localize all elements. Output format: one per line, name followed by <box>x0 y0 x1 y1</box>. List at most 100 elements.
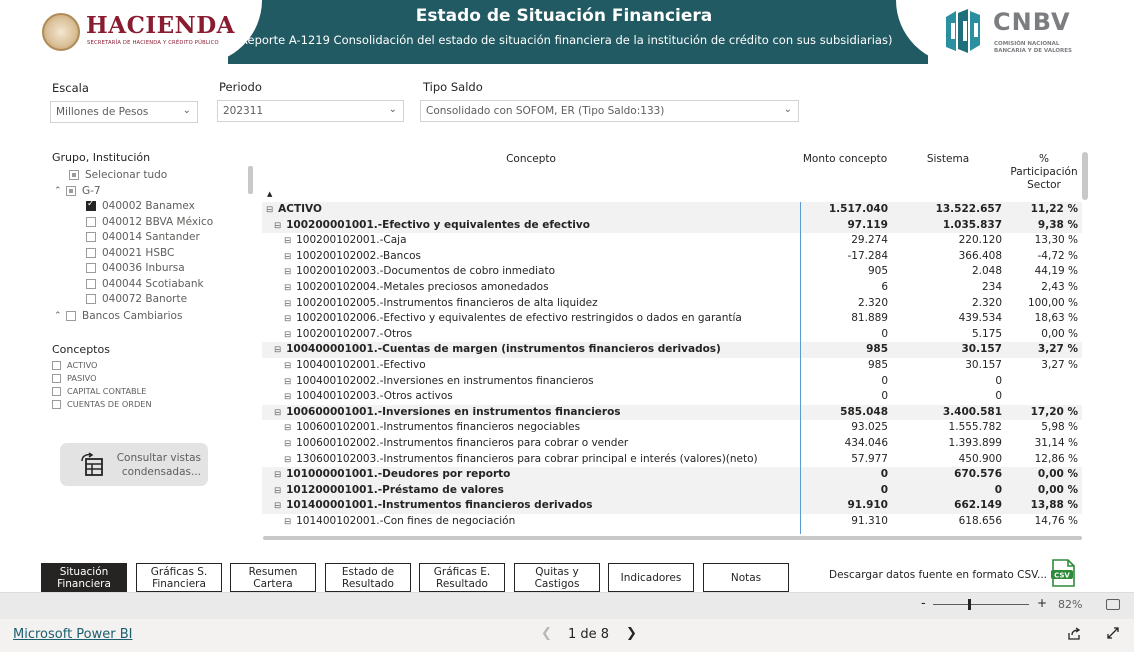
collapse-icon[interactable]: ⌃ <box>54 186 66 196</box>
table-row[interactable]: ⊟ 100600102002.-Instrumentos financieros … <box>262 436 1082 452</box>
slicer-scrollbar[interactable] <box>248 166 253 194</box>
slicer-item-checkbox[interactable] <box>86 263 96 273</box>
table-row[interactable]: ⊟ 130600102003.-Instrumentos financieros … <box>262 452 1082 468</box>
nav-button[interactable]: Notas <box>703 563 789 592</box>
concepto-filter-checkbox[interactable] <box>52 386 61 396</box>
collapse-row-icon[interactable]: ⊟ <box>284 330 291 340</box>
collapse-row-icon[interactable]: ⊟ <box>284 283 291 293</box>
table-row[interactable]: ⊟ 100200001001.-Efectivo y equivalentes d… <box>262 217 1082 234</box>
nav-button[interactable]: Estado de Resultado <box>325 563 411 592</box>
nav-button[interactable]: Gráficas S. Financiera <box>136 563 222 592</box>
table-row[interactable]: ⊟ 100400102003.-Otros activos 0 0 <box>262 389 1082 405</box>
nav-button[interactable]: Gráficas E. Resultado <box>419 563 505 592</box>
group-item-g7[interactable]: ⌃ G-7 <box>54 185 101 197</box>
table-vertical-scrollbar[interactable] <box>1082 152 1088 200</box>
table-horizontal-scrollbar[interactable] <box>263 536 1082 540</box>
table-row[interactable]: ⊟ 100400102002.-Inversiones en instrument… <box>262 374 1082 390</box>
collapse-row-icon[interactable]: ⊟ <box>274 470 281 480</box>
slicer-item[interactable]: 040044 Scotiabank <box>86 278 204 290</box>
header-pct-participacion[interactable]: % Participación Sector <box>1006 153 1082 192</box>
consultar-vistas-button[interactable]: Consultar vistas condensadas... <box>60 443 208 486</box>
header-sistema[interactable]: Sistema <box>915 153 981 165</box>
slicer-item-checkbox[interactable] <box>86 232 96 242</box>
powerbi-link[interactable]: Microsoft Power BI <box>13 627 132 642</box>
csv-file-icon[interactable]: CSV <box>1050 559 1076 587</box>
table-row[interactable]: ⊟ 100400102001.-Efectivo 985 30.157 3,27 % <box>262 358 1082 374</box>
sort-ascending-icon[interactable]: ▲ <box>267 190 272 198</box>
collapse-row-icon[interactable]: ⊟ <box>284 455 291 465</box>
tipo-saldo-dropdown[interactable]: Consolidado con SOFOM, ER (Tipo Saldo:13… <box>420 100 799 122</box>
expand-icon[interactable]: ⌃ <box>54 311 66 321</box>
slicer-item[interactable]: 040012 BBVA México <box>86 216 213 228</box>
table-row[interactable]: ⊟ 100400001001.-Cuentas de margen (instru… <box>262 342 1082 358</box>
slicer-item-checkbox[interactable] <box>86 247 96 258</box>
group-bancos-cambiarios-checkbox[interactable] <box>66 311 76 321</box>
concepto-filter-checkbox[interactable] <box>52 399 61 409</box>
slicer-item[interactable]: 040021 HSBC <box>86 247 174 259</box>
table-row[interactable]: ⊟ 100200102005.-Instrumentos financieros … <box>262 296 1082 312</box>
nav-button[interactable]: Situación Financiera <box>41 563 127 592</box>
select-all-item[interactable]: Selecionar tudo <box>69 169 167 181</box>
concepto-filter-item[interactable]: CUENTAS DE ORDEN <box>52 399 152 409</box>
collapse-row-icon[interactable]: ⊟ <box>274 486 281 496</box>
slicer-item[interactable]: 040002 Banamex <box>86 199 195 212</box>
slicer-item[interactable]: 040036 Inbursa <box>86 262 185 274</box>
concepto-filter-item[interactable]: CAPITAL CONTABLE <box>52 386 146 396</box>
slicer-item-checkbox[interactable] <box>86 199 96 211</box>
concepto-filter-checkbox[interactable] <box>52 360 61 370</box>
table-row[interactable]: ⊟ 100600102001.-Instrumentos financieros … <box>262 420 1082 436</box>
slicer-item-checkbox[interactable] <box>86 278 96 289</box>
collapse-row-icon[interactable]: ⊟ <box>266 205 273 215</box>
table-row[interactable]: ⊟ ACTIVO 1.517.040 13.522.657 11,22 % <box>262 202 1082 218</box>
nav-button[interactable]: Quitas y Castigos <box>514 563 600 592</box>
table-row[interactable]: ⊟ 100200102001.-Caja 29.274 220.120 13,30 % <box>262 233 1082 249</box>
collapse-row-icon[interactable]: ⊟ <box>284 236 291 246</box>
zoom-in-button[interactable]: + <box>1037 596 1047 610</box>
collapse-row-icon[interactable]: ⊟ <box>284 267 291 277</box>
share-icon[interactable] <box>1067 627 1081 641</box>
escala-dropdown[interactable]: Millones de Pesos ⌄ <box>50 101 198 123</box>
table-row[interactable]: ⊟ 101200001001.-Préstamo de valores 0 0 0,00… <box>262 482 1082 499</box>
group-g7-checkbox[interactable] <box>66 186 76 196</box>
nav-button[interactable]: Resumen Cartera <box>230 563 316 592</box>
table-row[interactable]: ⊟ 101400102001.-Con fines de negociación 9… <box>262 514 1082 530</box>
slicer-item[interactable]: 040014 Santander <box>86 231 200 243</box>
collapse-row-icon[interactable]: ⊟ <box>274 501 281 511</box>
zoom-slider-thumb[interactable] <box>968 599 971 610</box>
fit-to-page-icon[interactable] <box>1106 599 1120 610</box>
zoom-out-button[interactable]: - <box>921 596 926 611</box>
previous-page-icon[interactable]: ❮ <box>541 626 552 641</box>
collapse-row-icon[interactable]: ⊟ <box>284 299 291 309</box>
select-all-checkbox[interactable] <box>69 170 79 180</box>
slicer-item-checkbox[interactable] <box>86 294 96 304</box>
table-row[interactable]: ⊟ 101000001001.-Deudores por reporto 0 670.… <box>262 467 1082 483</box>
concepto-filter-item[interactable]: ACTIVO <box>52 360 98 370</box>
collapse-row-icon[interactable]: ⊟ <box>284 314 291 324</box>
slicer-item[interactable]: 040072 Banorte <box>86 293 187 305</box>
table-row[interactable]: ⊟ 100200102007.-Otros 0 5.175 0,00 % <box>262 327 1082 343</box>
table-row[interactable]: ⊟ 101400001001.-Instrumentos financieros … <box>262 498 1082 514</box>
table-row[interactable]: ⊟ 100200102004.-Metales preciosos amoneda… <box>262 280 1082 296</box>
collapse-row-icon[interactable]: ⊟ <box>284 252 291 262</box>
collapse-row-icon[interactable]: ⊟ <box>274 408 281 418</box>
header-monto-concepto[interactable]: Monto concepto <box>800 153 890 165</box>
group-item-bancos-cambiarios[interactable]: ⌃ Bancos Cambiarios <box>54 310 182 322</box>
table-row[interactable]: ⊟ 100600001001.-Inversiones en instrument… <box>262 404 1082 421</box>
nav-button[interactable]: Indicadores <box>608 563 694 592</box>
next-page-icon[interactable]: ❯ <box>626 626 637 641</box>
collapse-row-icon[interactable]: ⊟ <box>284 392 291 402</box>
table-row[interactable]: ⊟ 100200102003.-Documentos de cobro inmed… <box>262 264 1082 280</box>
collapse-row-icon[interactable]: ⊟ <box>284 361 291 371</box>
collapse-row-icon[interactable]: ⊟ <box>284 377 291 387</box>
table-row[interactable]: ⊟ 100200102002.-Bancos -17.284 366.408 -4,72… <box>262 249 1082 265</box>
collapse-row-icon[interactable]: ⊟ <box>274 345 281 355</box>
collapse-row-icon[interactable]: ⊟ <box>284 439 291 449</box>
header-concepto[interactable]: Concepto <box>496 153 566 165</box>
collapse-row-icon[interactable]: ⊟ <box>284 423 291 433</box>
download-csv-text[interactable]: Descargar datos fuente en formato CSV... <box>829 569 1047 581</box>
collapse-row-icon[interactable]: ⊟ <box>274 221 281 231</box>
periodo-dropdown[interactable]: 202311 ⌄ <box>217 100 404 122</box>
zoom-slider-track[interactable] <box>933 604 1029 605</box>
collapse-row-icon[interactable]: ⊟ <box>284 517 291 527</box>
slicer-item-checkbox[interactable] <box>86 216 96 227</box>
